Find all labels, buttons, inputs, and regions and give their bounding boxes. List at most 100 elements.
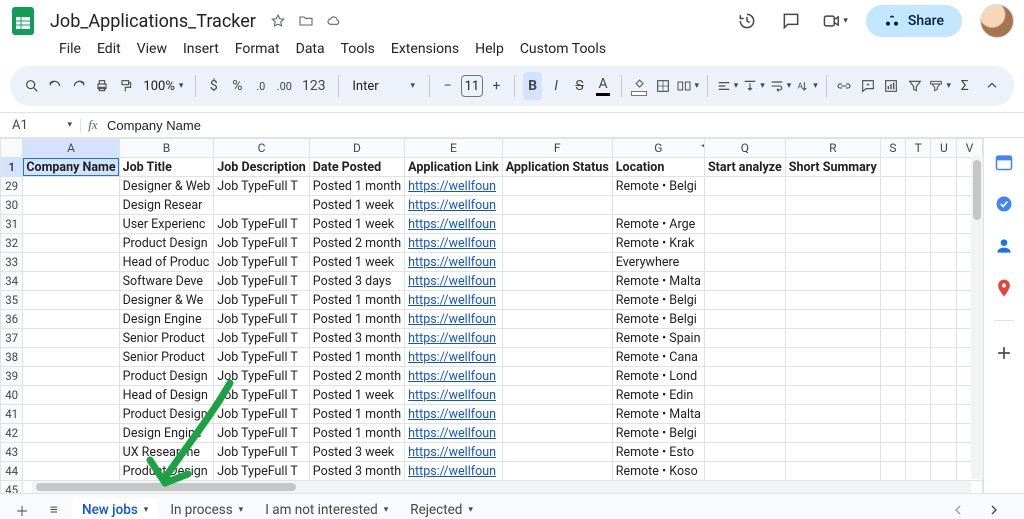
cell[interactable] (906, 386, 931, 405)
cell[interactable]: https://wellfoun (405, 253, 503, 272)
cell[interactable] (502, 291, 612, 310)
cell[interactable] (23, 310, 119, 329)
cell[interactable] (906, 462, 931, 481)
cell[interactable]: Job TypeFull T (214, 329, 310, 348)
paint-format-icon[interactable] (116, 72, 135, 100)
cell[interactable] (23, 424, 119, 443)
number-format-button[interactable]: 123 (298, 72, 330, 100)
cell[interactable] (23, 234, 119, 253)
cell[interactable] (785, 310, 880, 329)
tab-menu-caret[interactable]: ▾ (239, 505, 244, 515)
undo-icon[interactable] (45, 72, 64, 100)
application-link[interactable]: https://wellfoun (408, 426, 496, 441)
cell[interactable] (704, 215, 785, 234)
row-header-36[interactable]: 36 (1, 310, 23, 329)
cell[interactable]: Posted 2 month (309, 234, 404, 253)
cell[interactable] (502, 310, 612, 329)
tab-scroll-right[interactable] (980, 502, 1008, 518)
application-link[interactable]: https://wellfoun (408, 407, 496, 422)
row-header-29[interactable]: 29 (1, 177, 23, 196)
cell[interactable] (23, 329, 119, 348)
menu-custom-tools[interactable]: Custom Tools (513, 39, 613, 59)
cell[interactable]: https://wellfoun (405, 329, 503, 348)
cell[interactable]: https://wellfoun (405, 348, 503, 367)
cell[interactable]: https://wellfoun (405, 291, 503, 310)
column-header-V[interactable]: V (957, 139, 983, 158)
cell[interactable] (906, 196, 931, 215)
filter-button[interactable] (905, 72, 924, 100)
application-link[interactable]: https://wellfoun (408, 331, 496, 346)
row-header-30[interactable]: 30 (1, 196, 23, 215)
zoom-select[interactable]: 100%▾ (139, 79, 187, 94)
cell[interactable]: Posted 1 month (309, 348, 404, 367)
font-size-input[interactable]: 11 (461, 75, 482, 97)
cell[interactable]: Posted 1 week (309, 196, 404, 215)
cell[interactable]: Job TypeFull T (214, 405, 310, 424)
cell[interactable] (23, 348, 119, 367)
application-link[interactable]: https://wellfoun (408, 198, 496, 213)
application-link[interactable]: https://wellfoun (408, 369, 496, 384)
cell[interactable] (704, 386, 785, 405)
cell[interactable] (906, 272, 931, 291)
cell[interactable]: Posted 3 month (309, 462, 404, 481)
cell[interactable] (23, 367, 119, 386)
cell[interactable]: Job TypeFull T (214, 348, 310, 367)
cell[interactable] (880, 386, 905, 405)
history-icon[interactable] (734, 8, 760, 34)
cell[interactable]: Job TypeFull T (214, 310, 310, 329)
cell[interactable]: Job TypeFull T (214, 367, 310, 386)
column-header-Q[interactable]: Q (704, 139, 785, 158)
cell[interactable] (704, 348, 785, 367)
cell[interactable] (906, 329, 931, 348)
insert-comment-button[interactable] (858, 72, 877, 100)
cell[interactable] (502, 405, 612, 424)
cell[interactable] (906, 234, 931, 253)
row-header-38[interactable]: 38 (1, 348, 23, 367)
cell[interactable] (704, 177, 785, 196)
cell[interactable] (785, 196, 880, 215)
column-header-A[interactable]: A (23, 139, 119, 158)
cell[interactable] (931, 196, 957, 215)
cell[interactable] (785, 291, 880, 310)
application-link[interactable]: https://wellfoun (408, 350, 496, 365)
side-tasks-icon[interactable] (994, 236, 1014, 256)
insert-chart-button[interactable] (882, 72, 901, 100)
cell[interactable] (931, 310, 957, 329)
cell[interactable] (880, 310, 905, 329)
text-wrap-button[interactable]: ▾ (769, 72, 792, 100)
star-icon[interactable] (270, 13, 286, 29)
cell[interactable]: Remote • Cana (612, 348, 704, 367)
row-header-31[interactable]: 31 (1, 215, 23, 234)
cell[interactable] (785, 234, 880, 253)
application-link[interactable]: https://wellfoun (408, 255, 496, 270)
cell[interactable] (931, 158, 957, 177)
cell[interactable]: Remote • Belgi (612, 291, 704, 310)
cell[interactable] (906, 367, 931, 386)
redo-icon[interactable] (69, 72, 88, 100)
cloud-status-icon[interactable] (326, 13, 342, 29)
cell[interactable] (704, 367, 785, 386)
application-link[interactable]: https://wellfoun (408, 388, 496, 403)
cell[interactable]: Job Description (214, 158, 310, 177)
bold-button[interactable]: B (523, 72, 542, 100)
cell[interactable] (906, 443, 931, 462)
cell[interactable]: Job Title (119, 158, 214, 177)
cell[interactable]: Remote • Arge (612, 215, 704, 234)
cell[interactable] (502, 177, 612, 196)
cell[interactable] (880, 329, 905, 348)
name-box[interactable]: A1▾ (0, 118, 81, 133)
cell[interactable]: Product Design (119, 462, 214, 481)
cell[interactable]: https://wellfoun (405, 310, 503, 329)
cell[interactable] (931, 329, 957, 348)
cell[interactable]: https://wellfoun (405, 462, 503, 481)
add-sheet-button[interactable]: ＋ (8, 500, 36, 519)
cell[interactable] (23, 291, 119, 310)
cell[interactable] (502, 367, 612, 386)
insert-link-button[interactable] (835, 72, 854, 100)
cell[interactable] (704, 196, 785, 215)
cell[interactable] (785, 367, 880, 386)
cell[interactable]: Remote • Esto (612, 443, 704, 462)
borders-button[interactable] (653, 72, 672, 100)
functions-button[interactable]: Σ (955, 72, 974, 100)
application-link[interactable]: https://wellfoun (408, 236, 496, 251)
